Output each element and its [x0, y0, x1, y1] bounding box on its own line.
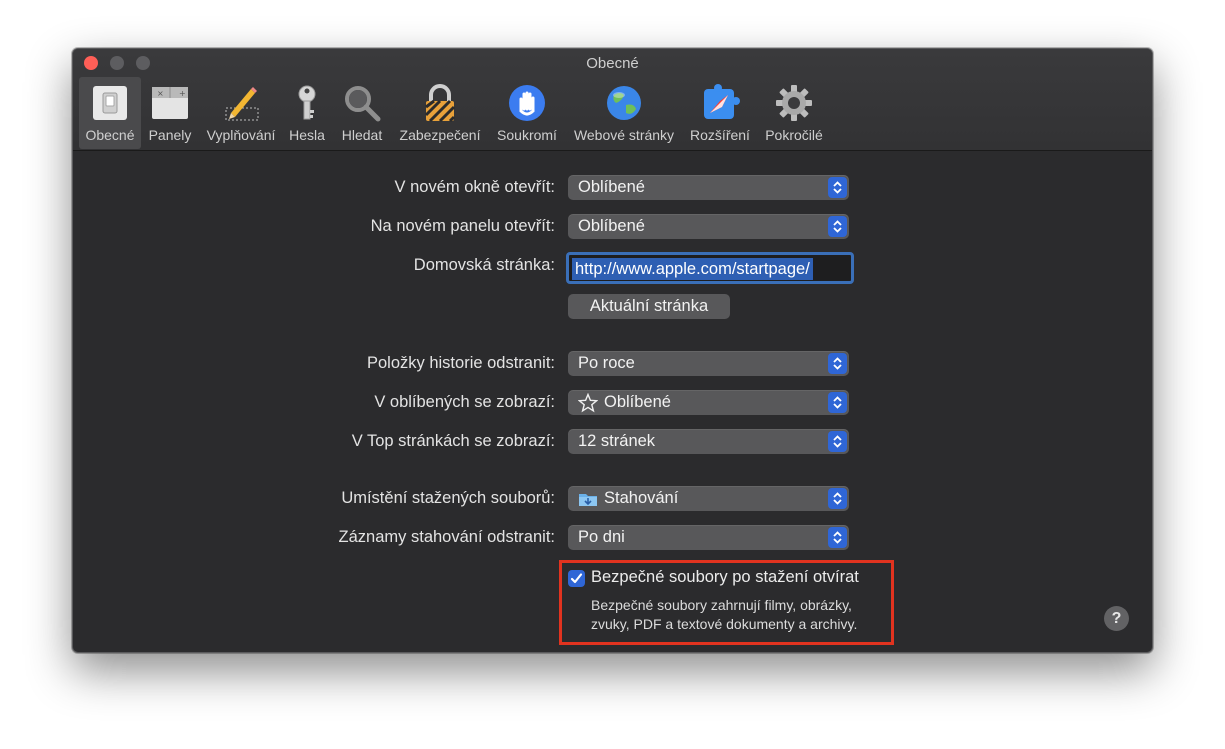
top-sites-value: 12 stránek — [578, 432, 656, 450]
new-window-popup[interactable]: Oblíbené — [568, 175, 849, 200]
download-location-value: Stahování — [604, 489, 679, 507]
history-remove-label: Položky historie odstranit: — [366, 354, 555, 372]
history-remove-popup[interactable]: Po roce — [568, 351, 849, 376]
homepage-input[interactable]: http://www.apple.com/startpage/ — [566, 252, 854, 284]
tab-tabs-label: Panely — [148, 127, 192, 143]
svg-text:×: × — [157, 89, 164, 98]
titlebar: Obecné Obecné × + Panely Vyplňování Hesl… — [73, 49, 1152, 151]
tab-security-label: Zabezpečení — [399, 127, 481, 143]
chevron-updown-icon — [828, 527, 847, 548]
set-current-page-button[interactable]: Aktuální stránka — [568, 294, 730, 319]
new-window-value: Oblíbené — [578, 178, 645, 196]
tab-passwords[interactable]: Hesla — [283, 77, 331, 149]
window-title: Obecné — [586, 55, 639, 72]
autofill-pencil-icon — [225, 87, 259, 121]
open-safe-files-checkbox[interactable] — [568, 570, 585, 587]
chevron-updown-icon — [828, 216, 847, 237]
tab-privacy-label: Soukromí — [497, 127, 557, 143]
tab-search[interactable]: Hledat — [335, 77, 389, 149]
chevron-updown-icon — [828, 392, 847, 413]
description-line-2: zvuky, PDF a textové dokumenty a archivy… — [591, 616, 858, 632]
download-location-label: Umístění stažených souborů: — [341, 489, 555, 507]
homepage-value: http://www.apple.com/startpage/ — [572, 258, 813, 280]
download-remove-label: Záznamy stahování odstranit: — [338, 528, 555, 546]
tab-autofill[interactable]: Vyplňování — [201, 77, 281, 149]
tab-websites-label: Webové stránky — [573, 127, 675, 143]
magnifier-icon — [345, 86, 381, 122]
chevron-updown-icon — [828, 488, 847, 509]
history-remove-value: Po roce — [578, 354, 635, 372]
description-line-1: Bezpečné soubory zahrnují filmy, obrázky… — [591, 597, 852, 613]
top-sites-popup[interactable]: 12 stránek — [568, 429, 849, 454]
tab-security[interactable]: Zabezpečení — [393, 77, 487, 149]
tab-autofill-label: Vyplňování — [206, 127, 276, 143]
star-icon — [578, 392, 598, 412]
favorites-show-value: Oblíbené — [604, 393, 671, 411]
download-location-popup[interactable]: Stahování — [568, 486, 849, 511]
help-button[interactable]: ? — [1104, 606, 1129, 631]
favorites-show-label: V oblíbených se zobrazí: — [374, 393, 555, 411]
svg-text:+: + — [179, 89, 186, 98]
tab-extensions[interactable]: Rozšíření — [685, 77, 755, 149]
tab-tabs[interactable]: × + Panely — [143, 77, 197, 149]
download-remove-popup[interactable]: Po dni — [568, 525, 849, 550]
homepage-label: Domovská stránka: — [413, 256, 555, 274]
downloads-folder-icon — [579, 493, 597, 506]
tab-advanced-label: Pokročilé — [765, 127, 823, 143]
tab-advanced[interactable]: Pokročilé — [759, 77, 829, 149]
key-icon — [298, 85, 316, 120]
open-safe-files-description: Bezpečné soubory zahrnují filmy, obrázky… — [591, 596, 857, 634]
new-window-label: V novém okně otevřít: — [394, 178, 556, 196]
lock-icon — [424, 84, 456, 123]
new-tab-value: Oblíbené — [578, 217, 645, 235]
favorites-show-popup[interactable]: Oblíbené — [568, 390, 849, 415]
tab-general[interactable]: Obecné — [79, 77, 141, 149]
chevron-updown-icon — [828, 431, 847, 452]
new-tab-popup[interactable]: Oblíbené — [568, 214, 849, 239]
chevron-updown-icon — [828, 177, 847, 198]
tab-passwords-label: Hesla — [289, 127, 325, 143]
safari-preferences-window: Obecné Obecné × + Panely Vyplňování Hesl… — [72, 48, 1153, 653]
tab-general-label: Obecné — [85, 127, 135, 143]
tab-websites[interactable]: Webové stránky — [567, 77, 681, 149]
new-tab-label: Na novém panelu otevřít: — [370, 217, 555, 235]
chevron-updown-icon — [828, 353, 847, 374]
gear-icon — [776, 85, 812, 121]
open-safe-files-label[interactable]: Bezpečné soubory po stažení otvírat — [591, 568, 859, 587]
tab-search-label: Hledat — [341, 127, 383, 143]
download-remove-value: Po dni — [578, 528, 625, 546]
globe-icon — [607, 86, 641, 120]
tabs-icon: × + — [152, 87, 188, 119]
compass-puzzle-icon — [704, 84, 740, 119]
top-sites-label: V Top stránkách se zobrazí: — [351, 432, 555, 450]
hand-icon — [509, 85, 545, 121]
tab-privacy[interactable]: Soukromí — [491, 77, 563, 149]
general-switch-icon — [93, 86, 127, 120]
checkmark-icon — [570, 573, 583, 584]
tab-extensions-label: Rozšíření — [690, 127, 750, 143]
